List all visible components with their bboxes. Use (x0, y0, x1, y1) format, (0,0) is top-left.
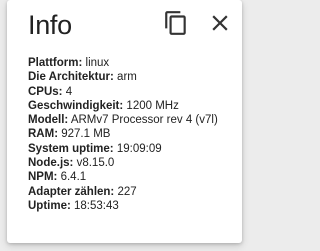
info-row-model: Modell: ARMv7 Processor rev 4 (v7l) (28, 113, 228, 127)
info-label: Modell: (28, 114, 69, 127)
info-label: NPM: (28, 171, 58, 184)
info-value: 927.1 MB (61, 128, 111, 141)
info-dialog: Info Plattform: linux Die Architektur: a… (7, 0, 242, 243)
info-label: RAM: (28, 128, 59, 141)
info-row-npm: NPM: 6.4.1 (28, 170, 228, 184)
info-row-cpus: CPUs: 4 (28, 85, 228, 99)
copy-icon (163, 10, 189, 36)
info-value: 1200 MHz (126, 99, 179, 112)
info-row-system-uptime: System uptime: 19:09:09 (28, 142, 228, 156)
close-button[interactable] (207, 10, 233, 36)
info-row-platform: Plattform: linux (28, 56, 228, 70)
info-row-ram: RAM: 927.1 MB (28, 127, 228, 141)
info-row-uptime: Uptime: 18:53:43 (28, 199, 228, 213)
info-row-nodejs: Node.js: v8.15.0 (28, 156, 228, 170)
info-list: Plattform: linux Die Architektur: arm CP… (28, 56, 228, 213)
info-label: System uptime: (28, 142, 114, 155)
info-row-architecture: Die Architektur: arm (28, 70, 228, 84)
info-value: 18:53:43 (74, 199, 119, 212)
info-label: Plattform: (28, 57, 83, 69)
info-value: linux (85, 57, 110, 69)
info-value: 19:09:09 (116, 142, 162, 155)
dialog-title: Info (28, 10, 72, 40)
info-row-adapter-count: Adapter zählen: 227 (28, 185, 228, 199)
info-value: 4 (65, 85, 73, 98)
close-icon (207, 10, 233, 36)
info-label: Uptime: (28, 199, 71, 212)
info-value: 6.4.1 (60, 171, 87, 184)
info-value: 227 (117, 185, 137, 198)
info-label: Node.js: (28, 157, 74, 170)
info-value: ARMv7 Processor rev 4 (v7l) (70, 114, 218, 127)
info-label: CPUs: (28, 85, 63, 98)
info-label: Adapter zählen: (28, 185, 115, 198)
info-value: arm (117, 71, 137, 84)
info-label: Geschwindigkeit: (28, 99, 124, 112)
info-value: v8.15.0 (76, 157, 115, 170)
info-label: Die Architektur: (28, 71, 114, 84)
copy-button[interactable] (163, 10, 189, 36)
info-row-speed: Geschwindigkeit: 1200 MHz (28, 99, 228, 113)
